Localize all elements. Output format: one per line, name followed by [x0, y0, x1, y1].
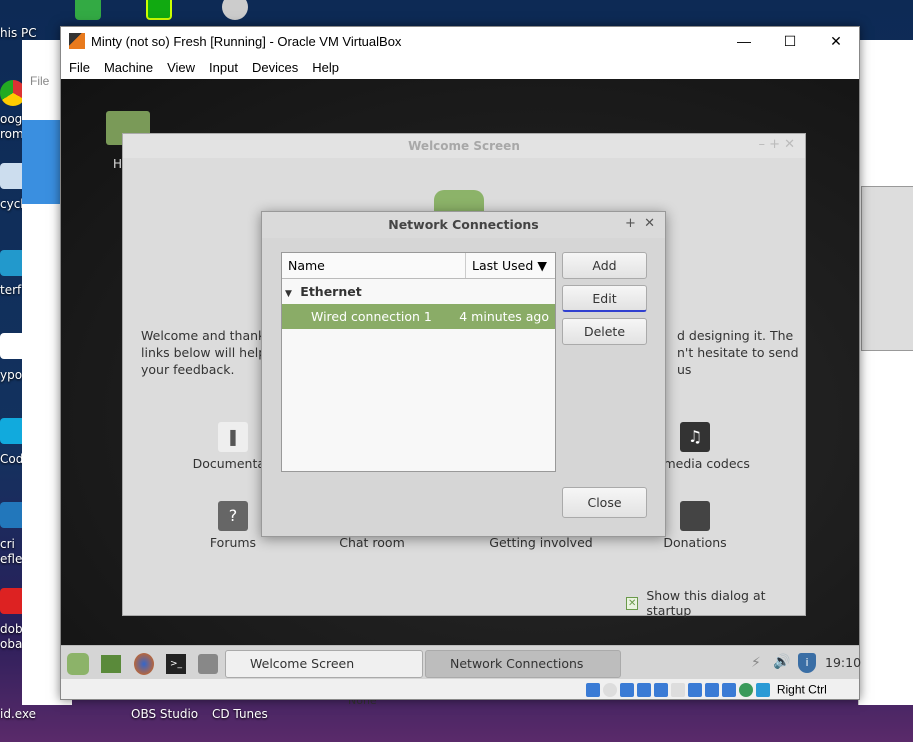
headphones-icon[interactable]: ♫: [680, 422, 710, 452]
desktop-label[interactable]: OBS Studio: [131, 707, 198, 721]
video-capture-icon[interactable]: [705, 682, 719, 697]
wallet-icon[interactable]: [680, 501, 710, 531]
network-icon[interactable]: [637, 682, 651, 697]
desktop-label[interactable]: efle: [0, 552, 22, 566]
add-button[interactable]: Add: [562, 252, 647, 279]
group-ethernet[interactable]: ▼ Ethernet: [282, 279, 555, 304]
bg-menu-file[interactable]: File: [30, 74, 49, 88]
device-status-icons[interactable]: Right Ctrl: [586, 682, 827, 697]
maximize-button[interactable]: ☐: [767, 27, 813, 55]
background-window-right[interactable]: [858, 40, 913, 705]
pycharm-icon[interactable]: [146, 0, 172, 20]
menu-view[interactable]: View: [167, 60, 195, 75]
close-button[interactable]: ✕: [813, 27, 859, 55]
clock[interactable]: 19:10: [825, 655, 861, 670]
network-disconnected-icon[interactable]: ⚡: [751, 655, 761, 671]
sort-arrow-icon: ▼: [537, 258, 547, 273]
desktop-label[interactable]: his PC: [0, 26, 37, 40]
desktop-label[interactable]: CD Tunes: [212, 707, 268, 721]
dialog-controls[interactable]: + ✕: [625, 216, 655, 231]
host-key-label: Right Ctrl: [776, 682, 827, 697]
vbox-status-bar: Right Ctrl: [61, 679, 859, 699]
usb-icon[interactable]: [654, 682, 668, 697]
menu-file[interactable]: File: [69, 60, 90, 75]
column-name[interactable]: Name: [282, 253, 466, 278]
task-welcome-screen[interactable]: Welcome Screen: [225, 650, 423, 678]
terminal-icon[interactable]: >_: [166, 654, 186, 674]
virtualization-icon[interactable]: [722, 682, 736, 697]
menu-bar: File Machine View Input Devices Help: [61, 55, 859, 79]
menu-help[interactable]: Help: [312, 60, 339, 75]
welcome-window-controls[interactable]: – + ✕: [758, 137, 795, 152]
welcome-text-line: n't hesitate to send us: [677, 345, 799, 377]
connection-name: Wired connection 1: [311, 309, 432, 324]
show-desktop-icon[interactable]: [101, 655, 121, 673]
desktop-label[interactable]: dob: [0, 622, 23, 636]
menu-input[interactable]: Input: [209, 60, 238, 75]
thumbnail-preview: [861, 186, 913, 351]
mint-menu-icon[interactable]: [67, 653, 89, 675]
show-startup-checkbox[interactable]: ✕ Show this dialog at startup: [626, 588, 805, 618]
optical-drive-icon[interactable]: [603, 682, 617, 697]
link-getting-involved[interactable]: Getting involved: [481, 535, 601, 550]
minimize-button[interactable]: —: [721, 27, 767, 55]
welcome-text-line: Welcome and thank y: [141, 328, 277, 343]
mouse-integration-icon[interactable]: [739, 682, 753, 697]
keyboard-capture-icon[interactable]: [756, 682, 770, 697]
forums-icon[interactable]: ?: [218, 501, 248, 531]
link-forums[interactable]: Forums: [173, 535, 293, 550]
virtualbox-icon: [69, 33, 85, 49]
window-title: Minty (not so) Fresh [Running] - Oracle …: [91, 33, 402, 49]
connection-last-used: 4 minutes ago: [459, 309, 549, 324]
volume-icon[interactable]: 🔊: [773, 654, 790, 670]
link-chat-room[interactable]: Chat room: [312, 535, 432, 550]
display-icon[interactable]: [688, 682, 702, 697]
column-last-used[interactable]: Last Used ▼: [466, 253, 555, 278]
audio-icon[interactable]: [620, 682, 634, 697]
menu-devices[interactable]: Devices: [252, 60, 298, 75]
task-network-connections[interactable]: Network Connections: [425, 650, 621, 678]
welcome-text-line: links below will help y: [141, 345, 278, 360]
edit-button[interactable]: Edit: [562, 285, 647, 312]
group-label: Ethernet: [300, 284, 362, 299]
disc-icon[interactable]: [222, 0, 248, 20]
shared-folders-icon[interactable]: [671, 682, 685, 697]
network-connections-dialog[interactable]: Network Connections + ✕ Name Last Used ▼…: [261, 211, 666, 537]
home-folder-label[interactable]: H: [113, 157, 122, 171]
desktop-label[interactable]: terf: [0, 283, 21, 297]
virtualbox-window[interactable]: Minty (not so) Fresh [Running] - Oracle …: [60, 26, 861, 700]
vm-screen[interactable]: H Welcome Screen – + ✕ Welcome and thank…: [61, 79, 861, 680]
firefox-icon[interactable]: [134, 653, 154, 675]
link-donations[interactable]: Donations: [635, 535, 755, 550]
mint-panel: >_ Welcome Screen Network Connections ⚡ …: [61, 645, 861, 680]
menu-machine[interactable]: Machine: [104, 60, 153, 75]
hard-disk-icon[interactable]: [586, 682, 600, 697]
dialog-title: Network Connections: [262, 212, 665, 238]
delete-button[interactable]: Delete: [562, 318, 647, 345]
show-startup-label: Show this dialog at startup: [646, 588, 766, 618]
connections-list[interactable]: Name Last Used ▼ ▼ Ethernet Wired connec…: [281, 252, 556, 472]
table-row[interactable]: Wired connection 1 4 minutes ago: [282, 304, 555, 329]
welcome-title: Welcome Screen: [123, 134, 805, 158]
update-shield-icon[interactable]: i: [798, 653, 816, 673]
desktop-label[interactable]: cri: [0, 537, 15, 551]
column-last-used-label: Last Used: [472, 258, 534, 273]
desktop-icon[interactable]: [75, 0, 101, 20]
close-button[interactable]: Close: [562, 487, 647, 518]
checkbox-icon[interactable]: ✕: [626, 596, 639, 610]
welcome-text-line: d designing it. The: [677, 328, 794, 343]
files-icon[interactable]: [198, 654, 218, 674]
desktop-label[interactable]: id.exe: [0, 707, 36, 721]
documentation-icon[interactable]: ❚: [218, 422, 248, 452]
welcome-text-line: your feedback.: [141, 362, 235, 377]
title-bar[interactable]: Minty (not so) Fresh [Running] - Oracle …: [61, 27, 859, 55]
expander-icon[interactable]: ▼: [285, 289, 292, 299]
